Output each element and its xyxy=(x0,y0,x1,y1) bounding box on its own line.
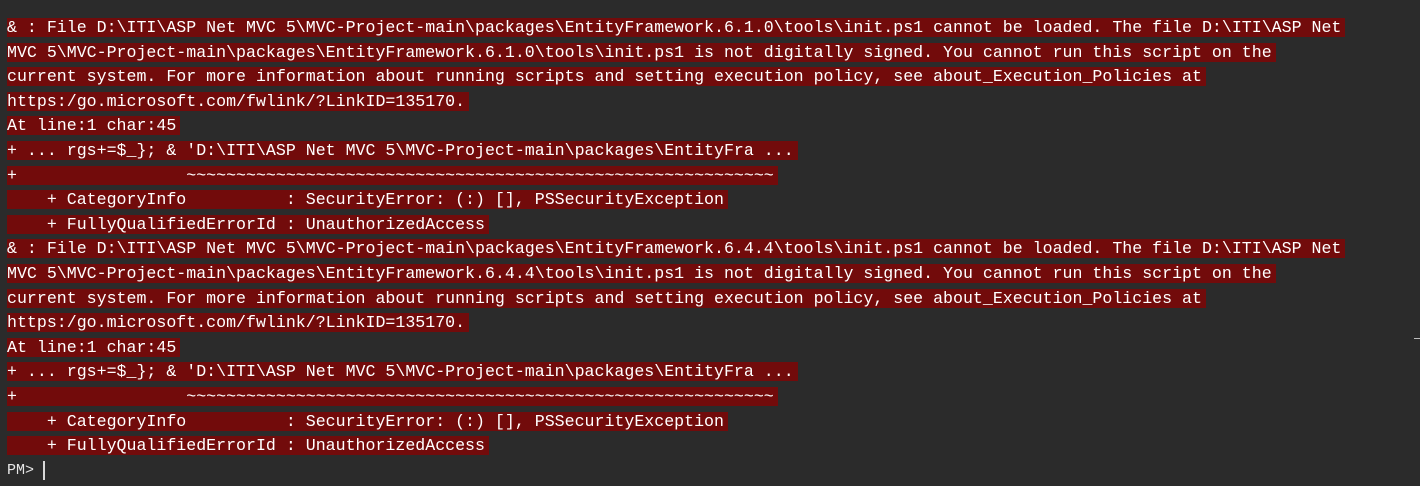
error-line: & : File D:\ITI\ASP Net MVC 5\MVC-Projec… xyxy=(7,237,1420,262)
error-link-text: https:/go.microsoft.com/fwlink/?LinkID=1… xyxy=(7,313,470,333)
error-line: At line:1 char:45 xyxy=(7,336,1420,361)
error-line: + ... rgs+=$_}; & 'D:\ITI\ASP Net MVC 5\… xyxy=(7,139,1420,164)
error-line: current system. For more information abo… xyxy=(7,287,1420,312)
error-line: + ... rgs+=$_}; & 'D:\ITI\ASP Net MVC 5\… xyxy=(7,360,1420,385)
error-location: At line:1 char:45 xyxy=(7,337,181,357)
error-fully-qualified-id: + FullyQualifiedErrorId : UnauthorizedAc… xyxy=(7,436,489,456)
error-link-text: https:/go.microsoft.com/fwlink/?LinkID=1… xyxy=(7,91,470,111)
error-line: + CategoryInfo : SecurityError: (:) [], … xyxy=(7,410,1420,435)
error-location: At line:1 char:45 xyxy=(7,116,181,136)
error-command-excerpt: + ... rgs+=$_}; & 'D:\ITI\ASP Net MVC 5\… xyxy=(7,140,798,160)
error-fully-qualified-id: + FullyQualifiedErrorId : UnauthorizedAc… xyxy=(7,214,489,234)
error-line: MVC 5\MVC-Project-main\packages\EntityFr… xyxy=(7,41,1420,66)
error-line: + ~~~~~~~~~~~~~~~~~~~~~~~~~~~~~~~~~~~~~~… xyxy=(7,164,1420,189)
error-line: https:/go.microsoft.com/fwlink/?LinkID=1… xyxy=(7,90,1420,115)
text-cursor xyxy=(43,461,46,481)
error-underline: + ~~~~~~~~~~~~~~~~~~~~~~~~~~~~~~~~~~~~~~… xyxy=(7,386,778,406)
error-underline: + ~~~~~~~~~~~~~~~~~~~~~~~~~~~~~~~~~~~~~~… xyxy=(7,165,778,185)
error-category-info: + CategoryInfo : SecurityError: (:) [], … xyxy=(7,411,728,431)
error-line: + CategoryInfo : SecurityError: (:) [], … xyxy=(7,188,1420,213)
error-line: & : File D:\ITI\ASP Net MVC 5\MVC-Projec… xyxy=(7,16,1420,41)
scroll-indicator xyxy=(1414,338,1420,339)
console-prompt: PM> xyxy=(7,461,35,479)
error-text: current system. For more information abo… xyxy=(7,67,1206,87)
error-line: At line:1 char:45 xyxy=(7,114,1420,139)
error-text: current system. For more information abo… xyxy=(7,288,1206,308)
package-manager-console-output[interactable]: & : File D:\ITI\ASP Net MVC 5\MVC-Projec… xyxy=(7,16,1420,483)
error-command-excerpt: + ... rgs+=$_}; & 'D:\ITI\ASP Net MVC 5\… xyxy=(7,362,798,382)
error-line: + FullyQualifiedErrorId : UnauthorizedAc… xyxy=(7,213,1420,238)
command-input-line[interactable]: PM> xyxy=(7,459,1420,484)
error-text: & : File D:\ITI\ASP Net MVC 5\MVC-Projec… xyxy=(7,239,1346,259)
error-line: + ~~~~~~~~~~~~~~~~~~~~~~~~~~~~~~~~~~~~~~… xyxy=(7,385,1420,410)
error-category-info: + CategoryInfo : SecurityError: (:) [], … xyxy=(7,190,728,210)
error-text: MVC 5\MVC-Project-main\packages\EntityFr… xyxy=(7,263,1276,283)
error-text: MVC 5\MVC-Project-main\packages\EntityFr… xyxy=(7,42,1276,62)
error-line: + FullyQualifiedErrorId : UnauthorizedAc… xyxy=(7,434,1420,459)
error-line: https:/go.microsoft.com/fwlink/?LinkID=1… xyxy=(7,311,1420,336)
error-text: & : File D:\ITI\ASP Net MVC 5\MVC-Projec… xyxy=(7,18,1346,37)
error-line: MVC 5\MVC-Project-main\packages\EntityFr… xyxy=(7,262,1420,287)
error-line: current system. For more information abo… xyxy=(7,65,1420,90)
